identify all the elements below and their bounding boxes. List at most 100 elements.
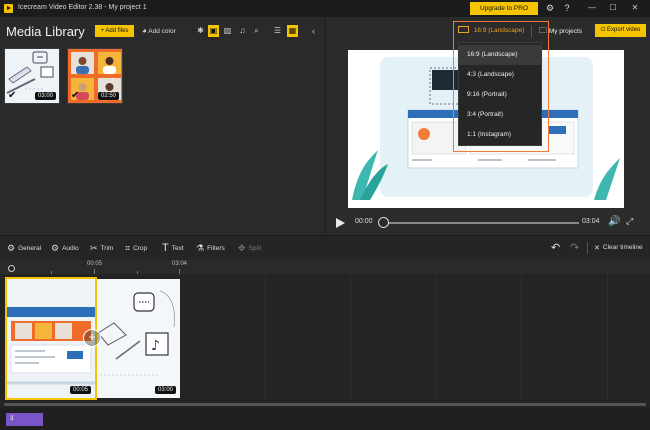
grid-line [436,274,437,402]
media-item[interactable]: ✔ 02:50 [67,48,123,104]
divider [587,242,588,254]
library-header: Media Library + Add files ◕ Add color ✱ … [0,17,325,44]
clear-timeline-button[interactable]: ✕ Clear timeline [594,242,643,254]
text-icon: T [162,242,169,254]
ratio-option[interactable]: 1:1 (Instagram) [459,125,541,145]
audio-label: Audio [62,245,79,252]
close-icon[interactable]: ✕ [628,1,642,15]
add-color-button[interactable]: ◕ Add color [142,25,176,37]
svg-text:♪: ♪ [151,338,160,354]
aspect-ratio-current: 16:9 (Landscape) [473,27,525,34]
grid-line [350,274,351,402]
crop-button[interactable]: ⌗ Crop [125,242,147,254]
export-label: Export video [607,27,641,33]
tick-label: 03:04 [172,261,188,267]
split-label: Split [248,245,262,252]
grid-line [521,274,522,402]
collapse-panel-icon[interactable]: ‹ [312,25,320,37]
redo-icon[interactable]: ↷ [570,242,579,254]
general-label: General [18,245,42,252]
clear-timeline-label: Clear timeline [602,244,643,251]
ratio-option[interactable]: 3:4 (Portrait) [459,105,541,125]
aspect-ratio-dropdown[interactable]: 16:9 (Landscape) [458,24,538,38]
aspect-ratio-menu: 16:9 (Landscape) 4:3 (Landscape) 9:16 (P… [458,42,542,146]
tick-label: 00:05 [87,261,103,267]
settings-gear-icon[interactable]: ⚙ [543,2,557,15]
timeline-clip[interactable]: ♪ 03:00 [96,279,180,398]
search-icon[interactable]: ⌕ [251,25,262,37]
ratio-option[interactable]: 16:9 (Landscape) [459,45,541,65]
maximize-icon[interactable]: ☐ [606,1,620,15]
ratio-option[interactable]: 9:16 (Portrait) [459,85,541,105]
time-ruler[interactable]: 00:05 03:04 [0,260,650,274]
help-icon[interactable]: ? [560,2,574,15]
general-button[interactable]: ⚙ General [7,242,41,254]
title-bar: Icecream Video Editor 2.38 - My project … [0,0,650,17]
timeline[interactable]: 00:05 03:04 00:05 ♪ 03:00 + [0,260,650,408]
gear-icon: ⚙ [7,243,16,253]
crop-label: Crop [133,245,148,252]
track-bar: 3 [0,408,650,430]
tick-mark [137,271,138,274]
track-tag[interactable]: 3 [6,413,43,426]
clip-thumbnail: ♪ [96,279,180,398]
list-view-icon[interactable]: ☰ [272,25,283,37]
audio-settings-icon: ⚙ [51,243,60,253]
add-color-label: Add color [148,28,176,35]
timeline-scrollbar[interactable] [4,403,646,406]
add-files-button[interactable]: + Add files [95,25,134,37]
playhead-handle[interactable] [8,265,15,272]
sparkle-icon[interactable]: ✱ [195,25,206,37]
trim-label: Trim [100,245,114,252]
upgrade-button[interactable]: Upgrade to PRO [470,2,538,15]
filters-label: Filters [207,245,225,252]
fullscreen-icon[interactable]: ⤢ [626,216,633,227]
split-button[interactable]: ✥ Split [238,242,261,254]
scissors-icon: ✂ [90,243,98,253]
export-video-button[interactable]: ⏻ Export video [595,24,646,37]
trim-button[interactable]: ✂ Trim [90,242,113,254]
tick-mark [179,269,180,274]
filters-icon: ⚗ [196,243,205,253]
grid-view-icon[interactable]: ▦ [287,25,298,37]
add-transition-icon[interactable]: + [83,329,101,347]
close-icon: ✕ [594,245,600,252]
volume-icon[interactable]: 🔊 [608,216,620,227]
crop-icon: ⌗ [125,243,131,253]
export-icon: ⏻ [600,27,606,33]
media-item[interactable]: ✔ 03:00 [4,48,60,104]
audio-button[interactable]: ⚙ Audio [51,242,79,254]
app-logo-icon [4,4,13,13]
filters-button[interactable]: ⚗ Filters [196,242,225,254]
duration-badge: 03:00 [34,92,56,100]
my-projects-label: My projects [548,28,583,35]
current-time: 00:00 [355,218,373,225]
media-library-panel: Media Library + Add files ◕ Add color ✱ … [0,17,325,235]
seek-bar[interactable] [382,222,579,224]
undo-icon[interactable]: ↶ [551,242,560,254]
tick-mark [94,269,95,274]
video-filter-icon[interactable]: ▣ [208,25,219,37]
text-label: Text [171,245,184,252]
palette-icon: ◕ [142,26,147,35]
music-note-icon[interactable]: ♫ [237,25,248,37]
total-time: 03:04 [582,218,600,225]
selected-check-icon: ✔ [71,90,80,101]
image-filter-icon[interactable]: ▨ [222,25,233,37]
aspect-ratio-icon [458,26,469,33]
selected-check-icon: ✔ [8,90,17,101]
library-title: Media Library [6,24,85,39]
window-title: Icecream Video Editor 2.38 - My project … [18,4,147,11]
grid-line [607,274,608,402]
seek-handle[interactable] [378,217,389,228]
duration-badge: 02:50 [97,92,119,100]
minimize-icon[interactable]: — [585,1,599,15]
playback-controls: 00:00 03:04 🔊 ⤢ [326,213,650,235]
tick-mark [51,271,52,274]
duration-badge: 03:00 [154,386,176,394]
play-icon[interactable] [336,218,345,228]
grid-line [265,274,266,402]
text-button[interactable]: T Text [162,242,184,254]
ratio-option[interactable]: 4:3 (Landscape) [459,65,541,85]
edit-toolbar: ⚙ General ⚙ Audio ✂ Trim ⌗ Crop T Text ⚗ Filte… [0,235,650,260]
